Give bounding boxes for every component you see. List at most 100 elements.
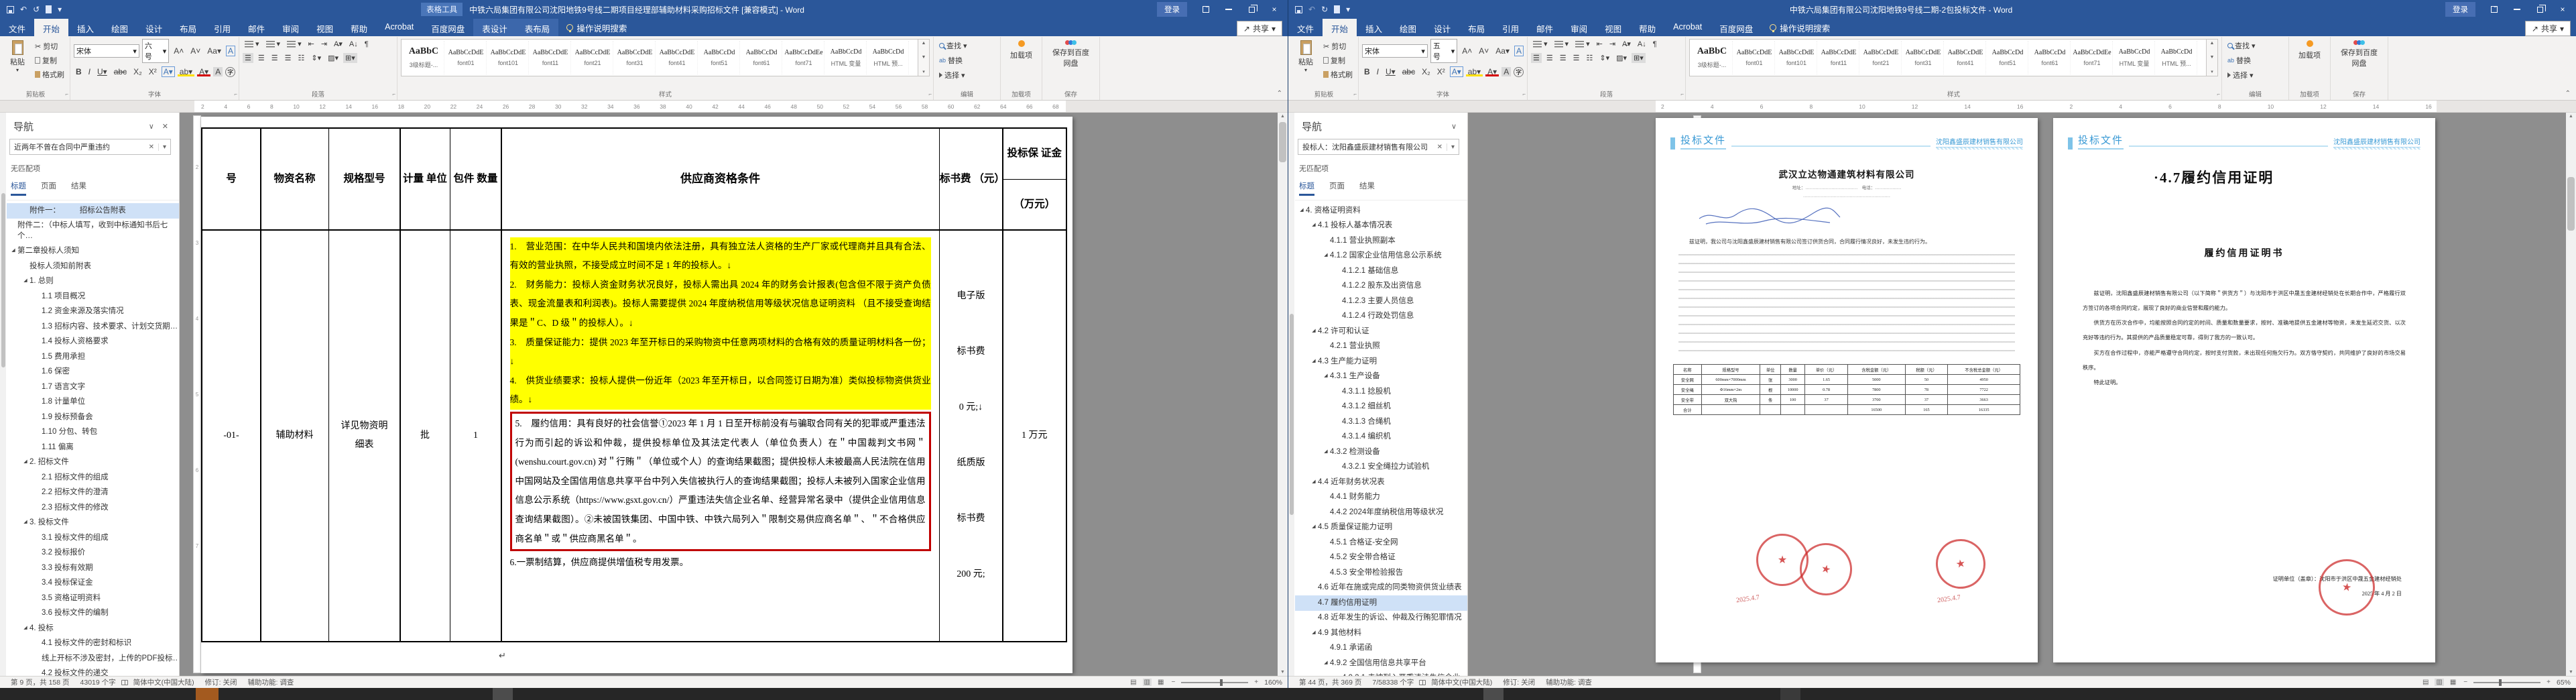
sort-button[interactable]: A↓ [347,40,360,49]
nav-tree-item[interactable]: 1.10 分包、转包 [7,425,179,441]
style-entry[interactable]: AaBbCcDdE font21 [1861,41,1902,74]
align-right-button[interactable]: ☰ [1558,53,1569,63]
nav-tree-item[interactable]: 4.4.1 财务能力 [1295,490,1467,506]
expand-triangle-icon[interactable]: ◢ [1310,357,1318,364]
highlight-button[interactable]: ab▾ [1466,67,1483,76]
restore-button[interactable] [2529,1,2551,18]
nav-tree-item[interactable]: ◢ 4. 资格证明资料 [1295,203,1467,219]
change-case-button[interactable]: Aa▾ [1493,46,1512,56]
expand-triangle-icon[interactable] [34,443,42,444]
collapse-ribbon-icon[interactable]: ⌃ [2565,90,2571,97]
nav-tree-item[interactable]: 4.5.2 安全带合格证 [1295,550,1467,566]
ribbon-tab[interactable]: 引用 [205,19,239,36]
style-entry[interactable]: AaBbCcDd font51 [699,41,740,74]
print-layout-icon[interactable]: ▥ [1142,679,1152,686]
dialog-launcher-icon[interactable]: ⌐ [1353,91,1357,97]
style-entry[interactable]: AaBbCcDd HTML 预... [868,41,909,74]
ribbon-tab[interactable]: 帮助 [1630,19,1664,36]
clear-search-icon[interactable]: ✕ [1433,143,1447,151]
nav-tree-item[interactable]: 4.7 履约信用证明 [1295,595,1467,611]
enclose-character-button[interactable]: 字 [225,66,235,77]
distribute-button[interactable]: ☷ [1585,53,1595,63]
style-entry[interactable]: AaBbC 3级标题-... [1692,41,1733,74]
expand-triangle-icon[interactable] [1334,281,1342,282]
nav-tree-item[interactable]: 1.9 投标预备会 [7,410,179,425]
cut-button[interactable]: ✂ 剪切 [33,40,66,52]
shrink-font-button[interactable]: A˅ [188,46,202,56]
save-to-baidu-button[interactable]: 保存到百度网盘 [2334,39,2384,70]
ribbon-tab[interactable]: Acrobat [1664,19,1711,36]
borders-button[interactable]: ⊞▾ [1632,53,1646,63]
text-effects-button[interactable]: A▾ [161,66,175,77]
language-indicator[interactable]: 简体中文(中国大陆) [1426,677,1497,687]
search-options-icon[interactable]: ▾ [1446,143,1459,151]
nav-tree-item[interactable]: ◢ 4.3 生产能力证明 [1295,354,1467,369]
addins-button[interactable]: 加载项 [1004,39,1038,62]
nav-tree-item[interactable]: ◢ 4.1 投标人基本情况表 [1295,219,1467,234]
expand-triangle-icon[interactable] [1334,266,1342,268]
dialog-launcher-icon[interactable]: ⌐ [1522,91,1526,97]
nav-tree-item[interactable]: 4.1.2.1 基础信息 [1295,264,1467,279]
bullets-button[interactable]: ▾ [243,39,261,49]
subscript-button[interactable]: X₂ [131,67,144,76]
nav-tree-item[interactable]: 线上开标不涉及密封，上传的PDF投标… [7,651,179,666]
underline-button[interactable]: U▾ [95,67,109,76]
expand-triangle-icon[interactable]: ◢ [1310,221,1318,228]
expand-triangle-icon[interactable] [34,322,42,323]
char-border-button[interactable]: A [1514,46,1524,56]
bold-button[interactable]: B [1362,67,1372,76]
replace-button[interactable]: ab 替换 [2225,54,2285,66]
font-color-button[interactable]: A▾ [1485,67,1499,76]
track-changes-indicator[interactable]: 修订: 关闭 [200,677,243,687]
nav-tree-item[interactable]: 3.4 投标保证金 [7,576,179,591]
nav-tree-item[interactable]: 4.5.3 安全带检验报告 [1295,565,1467,581]
save-icon[interactable] [7,5,14,13]
subscript-button[interactable]: X₂ [1420,67,1432,76]
style-entry[interactable]: AaBbCcDdE font21 [572,41,613,74]
select-button[interactable]: 选择 ▾ [937,69,997,81]
chevron-down-icon[interactable]: ∨ [1447,122,1461,131]
line-spacing-button[interactable]: ⇕▾ [309,53,323,63]
dialog-launcher-icon[interactable]: ⌐ [234,91,237,97]
tell-me-search[interactable]: 操作说明搜索 [1762,19,1838,36]
document-page-left[interactable]: 投标文件 沈阳鑫盛辰建材销售有限公司 武汉立达物通建筑材料有限公司 地址：………… [1656,118,2038,662]
sort-button[interactable]: A↓ [1636,40,1648,49]
line-spacing-button[interactable]: ⇕▾ [1597,53,1611,63]
nav-tree-item[interactable]: ◢ 4.4 近年财务状况表 [1295,475,1467,490]
style-entry[interactable]: AaBbCcDdE font11 [1819,41,1859,74]
cut-button[interactable]: ✂ 剪切 [1321,40,1355,52]
expand-triangle-icon[interactable] [1322,568,1330,569]
nav-tree-item[interactable]: 2.1 招标文件的组成 [7,470,179,485]
nav-tree-item[interactable]: 1.2 资金来源及落实情况 [7,304,179,320]
style-entry[interactable]: AaBbCcDdE font01 [1734,41,1775,74]
nav-tree-item[interactable]: ◢ 4.1.2 国家企业信用信息公示系统 [1295,249,1467,264]
shading-button[interactable]: ▨▾ [1614,53,1629,63]
ribbon-tab[interactable]: 视图 [1596,19,1630,36]
nav-tree-item[interactable]: 3.6 投标文件的编制 [7,606,179,622]
nav-tree-item[interactable]: 4.1.2.4 行政处罚信息 [1295,309,1467,325]
expand-triangle-icon[interactable] [34,427,42,428]
borders-button[interactable]: ⊞▾ [343,53,357,63]
ribbon-tab[interactable]: 帮助 [342,19,376,36]
nav-scrollbar[interactable] [0,113,6,676]
customize-qat-icon[interactable]: ▾ [58,5,62,13]
align-left-button[interactable]: ☰ [243,53,253,63]
change-case-button[interactable]: Aa▾ [205,46,223,56]
expand-triangle-icon[interactable] [1334,462,1342,463]
horizontal-ruler[interactable]: 2 4 6 8 10 12 14 16 18 20 22 24 26 28 30 32 34 36 38 40 42 44… [0,101,1288,113]
print-preview-icon[interactable] [46,5,52,13]
zoom-out-icon[interactable]: − [2462,679,2469,686]
web-layout-icon[interactable]: ▦ [2449,679,2457,686]
expand-triangle-icon[interactable] [9,221,17,222]
asian-layout-button[interactable]: A̶▾ [1620,39,1633,49]
search-options-icon[interactable]: ▾ [158,143,170,151]
decrease-indent-button[interactable]: ⇤ [306,39,316,49]
zoom-in-icon[interactable]: + [1253,679,1260,686]
nav-tree-item[interactable]: 1.4 投标人资格要求 [7,335,179,350]
nav-tree-item[interactable]: ◢ 2. 招标文件 [7,455,179,471]
vertical-scrollbar[interactable]: ▲ ▼ [2566,113,2576,676]
nav-tree-item[interactable]: ◢ 第二章投标人须知 [7,244,179,259]
nav-tree-item[interactable]: 2.3 招标文件的修改 [7,500,179,516]
ribbon-display-options-button[interactable] [1195,1,1217,18]
expand-triangle-icon[interactable]: ◢ [1322,371,1330,379]
